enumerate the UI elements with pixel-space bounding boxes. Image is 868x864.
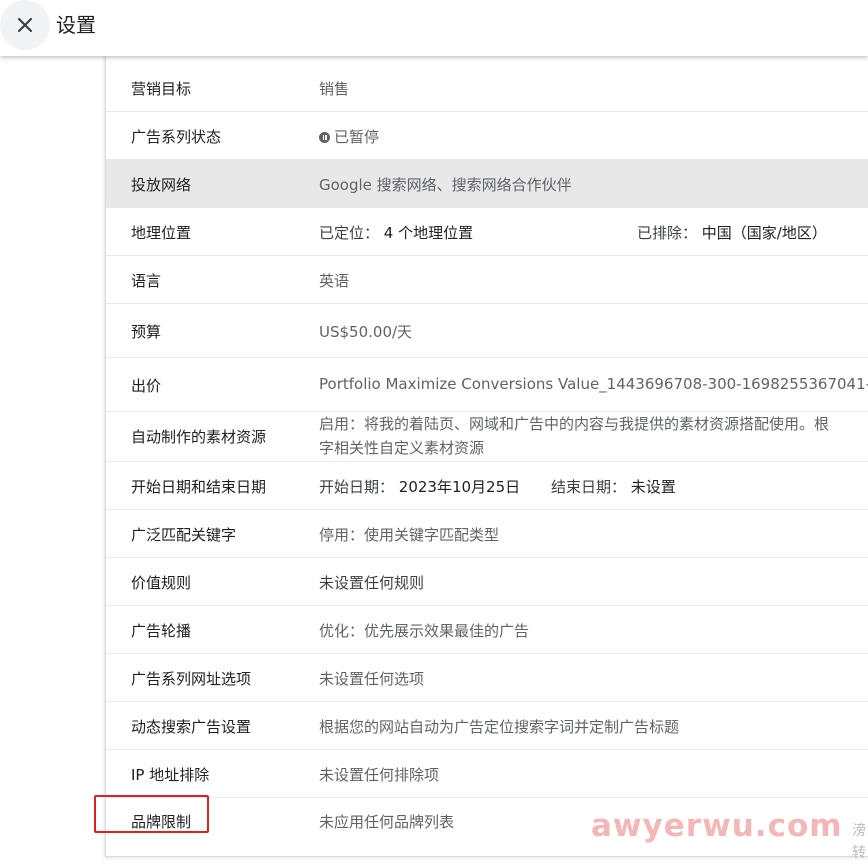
excluded-label: 已排除： <box>637 224 698 242</box>
row-value: 未设置任何排除项 <box>319 766 440 784</box>
row-label: 投放网络 <box>131 176 192 194</box>
close-button[interactable] <box>0 0 50 50</box>
settings-row-budget[interactable]: 预算 US$50.00/天 <box>106 304 868 358</box>
watermark-side-text: 滂转 <box>852 823 866 861</box>
settings-row-value-rules[interactable]: 价值规则 未设置任何规则 <box>106 558 868 606</box>
row-label: 广泛匹配关键字 <box>131 526 237 544</box>
targeted-locations: 已定位： 4 个地理位置 <box>319 222 473 243</box>
row-label: 广告系列状态 <box>131 128 222 146</box>
row-label: 语言 <box>131 272 162 290</box>
row-value: 销售 <box>319 80 350 98</box>
status-text: 已暂停 <box>334 128 380 146</box>
targeted-label: 已定位： <box>319 224 380 242</box>
settings-row-auto-assets[interactable]: 自动制作的素材资源 启用：将我的着陆页、网域和广告中的内容与我提供的素材资源搭配… <box>106 412 868 462</box>
annotation-highlight-box <box>94 795 209 833</box>
row-value: Google 搜索网络、搜索网络合作伙伴 <box>319 176 572 194</box>
row-value: 未设置任何选项 <box>319 670 425 688</box>
settings-row-goal[interactable]: 营销目标 销售 <box>106 64 868 112</box>
row-label: 开始日期和结束日期 <box>131 478 267 496</box>
row-value-line2: 字相关性自定义素材资源 <box>319 439 485 457</box>
end-date-value: 未设置 <box>630 478 676 496</box>
row-value: 未设置任何规则 <box>319 574 425 592</box>
end-date-label: 结束日期： <box>551 478 627 496</box>
start-date-value: 2023年10月25日 <box>398 478 521 496</box>
row-label: 自动制作的素材资源 <box>131 428 267 446</box>
settings-row-languages[interactable]: 语言 英语 <box>106 256 868 304</box>
row-label: 预算 <box>131 323 162 341</box>
row-value: 停用：使用关键字匹配类型 <box>319 526 500 544</box>
targeted-value: 4 个地理位置 <box>383 224 474 242</box>
settings-row-url-options[interactable]: 广告系列网址选项 未设置任何选项 <box>106 654 868 702</box>
row-value: 已暂停 <box>319 126 379 147</box>
row-value: 根据您的网站自动为广告定位搜索字词并定制广告标题 <box>319 718 680 736</box>
row-label: 广告系列网址选项 <box>131 670 252 688</box>
settings-row-ip-exclusions[interactable]: IP 地址排除 未设置任何排除项 <box>106 750 868 798</box>
row-label: 价值规则 <box>131 574 192 592</box>
settings-panel: 营销目标 销售 广告系列状态 已暂停 投放网络 Google 搜索网络、搜索网络… <box>105 56 868 857</box>
page-title: 设置 <box>56 13 96 37</box>
row-value-line1: 启用：将我的着陆页、网域和广告中的内容与我提供的素材资源搭配使用。根 <box>319 415 830 433</box>
row-value: 优化：优先展示效果最佳的广告 <box>319 622 530 640</box>
end-date: 结束日期： 未设置 <box>551 476 676 497</box>
settings-row-status[interactable]: 广告系列状态 已暂停 <box>106 112 868 160</box>
row-label: 广告轮播 <box>131 622 192 640</box>
excluded-value: 中国（国家/地区） <box>701 224 827 242</box>
row-label: 营销目标 <box>131 80 192 98</box>
row-value: US$50.00/天 <box>319 323 413 341</box>
row-label: IP 地址排除 <box>131 766 210 784</box>
start-date-label: 开始日期： <box>319 478 395 496</box>
close-icon <box>17 17 33 33</box>
excluded-locations: 已排除： 中国（国家/地区） <box>637 222 827 243</box>
pause-circle-icon <box>319 132 330 143</box>
row-label: 出价 <box>131 377 162 395</box>
row-value: 英语 <box>319 272 350 290</box>
settings-row-locations[interactable]: 地理位置 已定位： 4 个地理位置 已排除： 中国（国家/地区） <box>106 208 868 256</box>
row-value: 未应用任何品牌列表 <box>319 813 455 831</box>
settings-row-ad-rotation[interactable]: 广告轮播 优化：优先展示效果最佳的广告 <box>106 606 868 654</box>
dialog-header: 设置 <box>0 0 868 56</box>
row-value: Portfolio Maximize Conversions Value_144… <box>319 375 868 393</box>
settings-row-dsa[interactable]: 动态搜索广告设置 根据您的网站自动为广告定位搜索字词并定制广告标题 <box>106 702 868 750</box>
watermark: awyerwu.com <box>591 808 843 844</box>
settings-row-bidding[interactable]: 出价 Portfolio Maximize Conversions Value_… <box>106 358 868 412</box>
settings-row-broad-match[interactable]: 广泛匹配关键字 停用：使用关键字匹配类型 <box>106 510 868 558</box>
row-label: 地理位置 <box>131 224 192 242</box>
row-label: 动态搜索广告设置 <box>131 718 252 736</box>
settings-row-dates[interactable]: 开始日期和结束日期 开始日期： 2023年10月25日 结束日期： 未设置 <box>106 462 868 510</box>
start-date: 开始日期： 2023年10月25日 <box>319 476 520 497</box>
settings-row-networks[interactable]: 投放网络 Google 搜索网络、搜索网络合作伙伴 <box>106 160 868 208</box>
